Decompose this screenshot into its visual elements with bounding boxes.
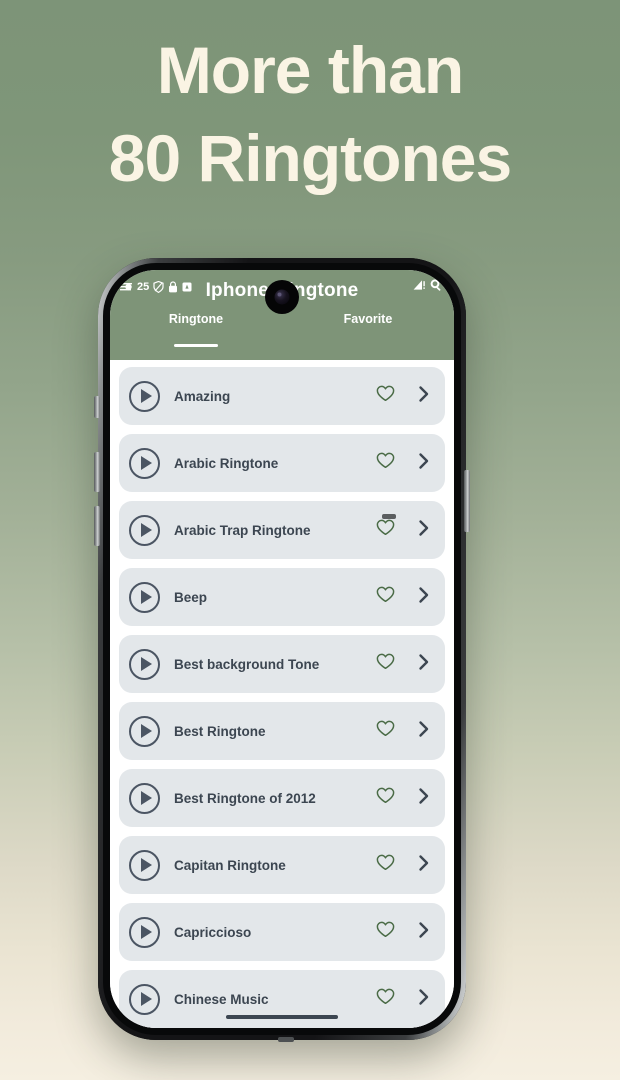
tab-ringtone-label: Ringtone (168, 312, 224, 326)
play-icon[interactable] (129, 380, 160, 412)
tab-active-indicator (174, 344, 218, 347)
heart-outline-icon[interactable] (376, 586, 395, 608)
chevron-right-icon[interactable] (417, 854, 431, 877)
chevron-right-icon[interactable] (417, 519, 431, 542)
heart-outline-icon[interactable] (376, 385, 395, 407)
ringtone-name: Best background Tone (174, 656, 320, 672)
silent-switch-button[interactable] (94, 396, 100, 418)
camera-lens-icon (274, 289, 290, 305)
phone-bottom-antenna-line (278, 1037, 294, 1042)
phone-top-antenna-line (382, 514, 396, 519)
heart-outline-icon[interactable] (376, 854, 395, 876)
front-camera-punch-hole (265, 280, 299, 314)
chevron-right-icon[interactable] (417, 921, 431, 944)
heart-outline-icon[interactable] (376, 921, 395, 943)
ringtone-list[interactable]: Amazing Arabic Ringtone Arabic Trap Ringto… (110, 360, 454, 1028)
volume-down-button[interactable] (94, 506, 100, 546)
chevron-right-icon[interactable] (417, 720, 431, 743)
play-icon[interactable] (129, 447, 160, 479)
ringtone-row[interactable]: Arabic Ringtone (119, 434, 445, 492)
play-icon[interactable] (129, 849, 160, 881)
play-icon[interactable] (129, 514, 160, 546)
chevron-right-icon[interactable] (417, 653, 431, 676)
play-triangle (140, 389, 152, 403)
power-button[interactable] (464, 470, 470, 532)
ringtone-row[interactable]: Best Ringtone (119, 702, 445, 760)
chevron-right-icon[interactable] (417, 586, 431, 609)
ringtone-row[interactable]: Chinese Music (119, 970, 445, 1028)
tab-ringtone[interactable]: Ringtone (110, 312, 282, 350)
home-indicator[interactable] (226, 1015, 338, 1019)
phone-mockup: 25 Iphone Ringtone Ringtone Favorite Ama… (98, 258, 466, 1040)
ringtone-name: Arabic Ringtone (174, 455, 279, 471)
play-triangle (140, 590, 152, 604)
ringtone-row[interactable]: Best Ringtone of 2012 (119, 769, 445, 827)
play-triangle (140, 791, 152, 805)
headline-line-1: More than (156, 33, 464, 107)
play-icon[interactable] (129, 782, 160, 814)
headline-line-2: 80 Ringtones (108, 121, 512, 195)
page-title: More than 80 Ringtones (0, 26, 620, 202)
chevron-right-icon[interactable] (417, 988, 431, 1011)
ringtone-name: Best Ringtone of 2012 (174, 790, 316, 806)
ringtone-row[interactable]: Best background Tone (119, 635, 445, 693)
play-icon[interactable] (129, 715, 160, 747)
volume-up-button[interactable] (94, 452, 100, 492)
play-icon[interactable] (129, 581, 160, 613)
ringtone-name: Beep (174, 589, 208, 605)
ringtone-row[interactable]: Beep (119, 568, 445, 626)
chevron-right-icon[interactable] (417, 385, 431, 408)
play-icon[interactable] (129, 648, 160, 680)
chevron-right-icon[interactable] (417, 452, 431, 475)
play-triangle (140, 724, 152, 738)
ringtone-name: Arabic Trap Ringtone (174, 522, 311, 538)
heart-outline-icon[interactable] (376, 787, 395, 809)
phone-screen: 25 Iphone Ringtone Ringtone Favorite Ama… (110, 270, 454, 1028)
ringtone-name: Capitan Ringtone (174, 857, 286, 873)
app-header: 25 Iphone Ringtone Ringtone Favorite (110, 270, 454, 360)
play-triangle (140, 992, 152, 1006)
play-triangle (140, 858, 152, 872)
tab-favorite-label: Favorite (343, 312, 393, 326)
ringtone-name: Capriccioso (174, 924, 252, 940)
ringtone-name: Chinese Music (174, 991, 269, 1007)
ringtone-name: Amazing (174, 388, 231, 404)
chevron-right-icon[interactable] (417, 787, 431, 810)
play-triangle (140, 925, 152, 939)
ringtone-row[interactable]: Capitan Ringtone (119, 836, 445, 894)
heart-outline-icon[interactable] (376, 720, 395, 742)
ringtone-row[interactable]: Arabic Trap Ringtone (119, 501, 445, 559)
tab-favorite[interactable]: Favorite (282, 312, 454, 350)
play-triangle (140, 523, 152, 537)
heart-outline-icon[interactable] (376, 653, 395, 675)
ringtone-row[interactable]: Amazing (119, 367, 445, 425)
ringtone-row[interactable]: Capriccioso (119, 903, 445, 961)
heart-outline-icon[interactable] (376, 988, 395, 1010)
play-icon[interactable] (129, 916, 160, 948)
heart-outline-icon[interactable] (376, 519, 395, 541)
play-triangle (140, 657, 152, 671)
ringtone-name: Best Ringtone (174, 723, 266, 739)
play-icon[interactable] (129, 983, 160, 1015)
play-triangle (140, 456, 152, 470)
heart-outline-icon[interactable] (376, 452, 395, 474)
